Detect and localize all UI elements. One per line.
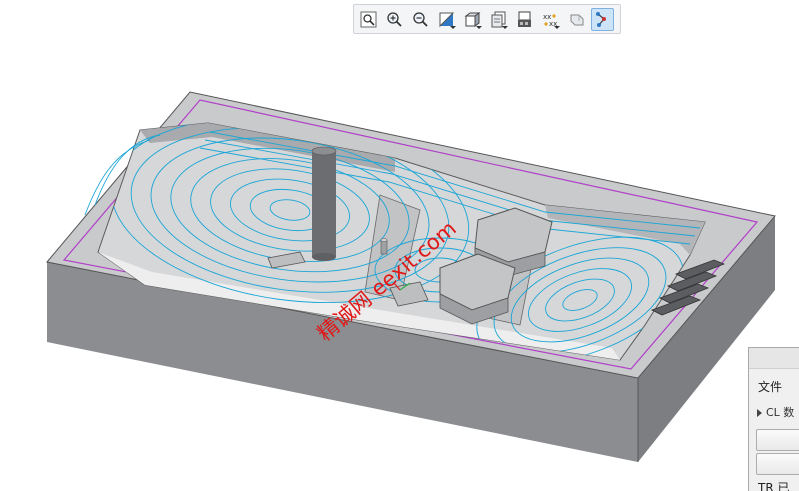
toolpath-display-icon — [596, 11, 606, 27]
menu-file[interactable]: 文件 — [758, 378, 782, 395]
cutting-tool — [311, 146, 337, 261]
zoom-in-icon — [387, 11, 402, 27]
expand-arrow-icon[interactable] — [757, 409, 762, 417]
spin-center-button[interactable] — [565, 8, 588, 31]
toolpath-display-button[interactable] — [591, 7, 614, 31]
zoom-out-icon — [413, 11, 428, 27]
zoom-in-button[interactable] — [383, 8, 406, 31]
saved-views-button[interactable] — [461, 8, 484, 31]
datum-display-button[interactable]: xx xx — [539, 8, 562, 31]
model-viewport[interactable]: 精诚网 eexit.com — [0, 0, 799, 491]
dialog-button-1[interactable] — [756, 429, 799, 451]
spin-center-icon — [570, 14, 584, 25]
dialog-bottom-label: TR 已 — [758, 481, 790, 491]
dialog-button-2[interactable] — [756, 453, 799, 475]
zoom-fit-button[interactable] — [357, 8, 380, 31]
zoom-out-button[interactable] — [409, 8, 432, 31]
appearance-button[interactable] — [513, 8, 536, 31]
tree-item-cl-data[interactable]: CL 数 — [757, 404, 794, 420]
tree-item-label: CL 数 — [766, 406, 795, 419]
section-view-button[interactable] — [487, 8, 510, 31]
cl-data-dialog: 文件 CL 数 TR 已 — [748, 347, 799, 491]
view-toolbar: xx xx — [353, 4, 621, 34]
appearance-icon — [518, 11, 531, 27]
zoom-fit-icon — [360, 11, 377, 27]
display-style-button[interactable] — [435, 8, 458, 31]
dialog-titlebar[interactable] — [749, 348, 799, 369]
